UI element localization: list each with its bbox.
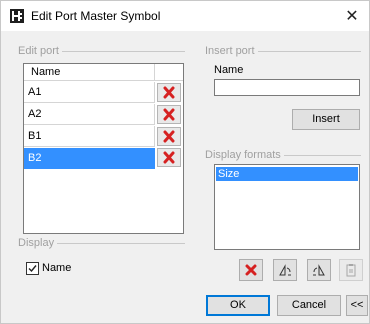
port-row-a2[interactable]: A2 [24, 104, 155, 125]
window-title: Edit Port Master Symbol [31, 9, 161, 23]
paste-button[interactable] [339, 259, 363, 281]
flip-right-button[interactable] [307, 259, 331, 281]
delete-icon [163, 151, 175, 164]
checkmark-icon [28, 265, 37, 273]
port-list-header-name[interactable]: Name [24, 64, 155, 81]
insert-name-input[interactable] [214, 79, 360, 96]
port-row-b2[interactable]: B2 [24, 148, 155, 169]
delete-format-button[interactable] [239, 259, 263, 281]
display-formats-group-label: Display formats [205, 149, 284, 161]
insert-name-label: Name [214, 64, 244, 76]
collapse-button[interactable]: << [346, 295, 368, 316]
port-symbol-icon [10, 9, 24, 23]
flip-right-icon [313, 264, 325, 276]
insert-button[interactable]: Insert [292, 109, 360, 130]
paste-icon [346, 264, 356, 277]
flip-left-button[interactable] [273, 259, 297, 281]
ok-button[interactable]: OK [206, 295, 270, 316]
delete-port-b1-button[interactable] [157, 127, 181, 146]
close-button[interactable]: ✕ [339, 3, 365, 29]
cancel-button[interactable]: Cancel [277, 295, 341, 316]
display-group-label: Display [18, 237, 58, 249]
title-bar: Edit Port Master Symbol ✕ [1, 1, 369, 31]
delete-port-a1-button[interactable] [157, 83, 181, 102]
display-formats-list[interactable]: Size [214, 164, 360, 250]
delete-port-b2-button[interactable] [157, 148, 181, 167]
port-row-b1[interactable]: B1 [24, 126, 155, 147]
display-name-checkbox[interactable] [26, 262, 39, 275]
flip-left-icon [279, 264, 291, 276]
display-name-label[interactable]: Name [42, 262, 71, 274]
format-item-size[interactable]: Size [216, 167, 358, 181]
delete-port-a2-button[interactable] [157, 105, 181, 124]
delete-icon [163, 130, 175, 143]
edit-port-master-symbol-dialog: Edit Port Master Symbol ✕ Edit port Name… [0, 0, 370, 324]
delete-icon [163, 86, 175, 99]
delete-icon [245, 264, 257, 276]
port-list-header-gap [155, 64, 183, 81]
port-list[interactable]: Name A1 A2 B1 B2 [23, 63, 184, 234]
edit-port-group-label: Edit port [18, 45, 62, 57]
delete-icon [163, 108, 175, 121]
insert-port-group-label: Insert port [205, 45, 258, 57]
port-row-a1[interactable]: A1 [24, 82, 155, 103]
